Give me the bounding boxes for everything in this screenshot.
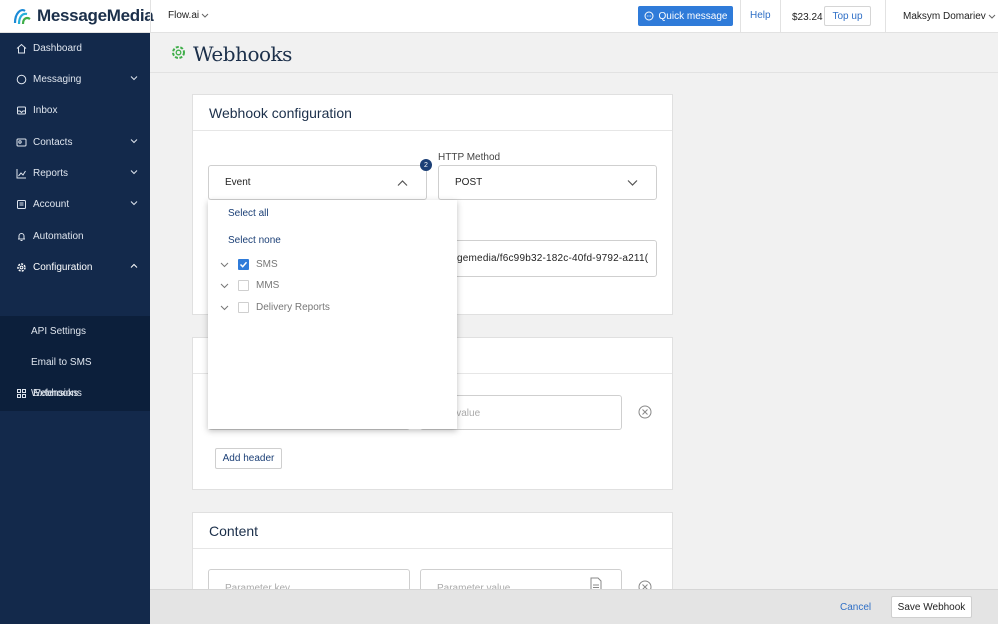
account-switcher[interactable]: Flow.ai bbox=[168, 10, 209, 21]
messagemedia-logo-icon bbox=[13, 9, 31, 25]
webhook-url-value: gemedia/f6c99b32-182c-40fd-9792-a211( bbox=[457, 253, 649, 264]
event-option-label: SMS bbox=[256, 258, 278, 270]
bell-icon bbox=[16, 231, 27, 242]
sidebar-item-label: Account bbox=[33, 198, 70, 210]
user-menu[interactable]: Maksym Domariev bbox=[903, 11, 996, 22]
select-all-link[interactable]: Select all bbox=[228, 208, 269, 219]
home-icon bbox=[16, 43, 27, 54]
sidebar-item-dashboard[interactable]: Dashboard bbox=[0, 37, 150, 59]
event-option-label: Delivery Reports bbox=[256, 301, 330, 313]
sidebar-item-reports[interactable]: Reports bbox=[0, 162, 150, 184]
add-header-button[interactable]: Add header bbox=[215, 448, 282, 469]
chevron-down-icon bbox=[130, 201, 138, 206]
page-header: Webhooks bbox=[150, 33, 998, 73]
chart-line-icon bbox=[16, 168, 27, 179]
brand-logo[interactable]: MessageMedia bbox=[12, 5, 154, 27]
divider bbox=[780, 0, 781, 33]
sidebar-item-label: Extensions bbox=[33, 387, 82, 399]
event-option-mms[interactable]: MMS bbox=[220, 278, 279, 292]
sidebar-item-label: Configuration bbox=[33, 261, 93, 273]
grid-icon bbox=[16, 388, 27, 399]
sidebar: Dashboard Messaging Inbox Contacts Repor… bbox=[0, 33, 150, 624]
account-icon bbox=[16, 199, 27, 210]
chat-bubble-icon bbox=[644, 11, 654, 21]
sidebar-item-label: Contacts bbox=[33, 136, 73, 148]
cancel-button[interactable]: Cancel bbox=[840, 602, 871, 613]
checkbox[interactable] bbox=[238, 279, 249, 291]
help-link[interactable]: Help bbox=[750, 10, 771, 21]
chevron-up-icon bbox=[130, 263, 138, 268]
contact-card-icon bbox=[16, 137, 27, 148]
sidebar-subitem-email-to-sms[interactable]: Email to SMS bbox=[31, 357, 92, 368]
http-method-value: POST bbox=[455, 177, 483, 188]
chevron-down-icon bbox=[130, 76, 138, 81]
event-option-sms[interactable]: SMS bbox=[220, 257, 278, 271]
event-dropdown-menu: Select all Select none SMS MMS Delivery … bbox=[208, 200, 457, 429]
quick-message-button[interactable]: Quick message bbox=[638, 6, 733, 26]
event-option-delivery-reports[interactable]: Delivery Reports bbox=[220, 300, 330, 314]
gear-icon bbox=[172, 46, 185, 59]
balance-value: $23.24 bbox=[792, 12, 823, 23]
chevron-down-icon bbox=[130, 170, 138, 175]
check-icon bbox=[239, 261, 248, 268]
sidebar-item-account[interactable]: Account bbox=[0, 193, 150, 215]
sidebar-subitem-api-settings[interactable]: API Settings bbox=[31, 326, 86, 337]
selected-count-badge: 2 bbox=[420, 159, 432, 171]
sidebar-item-contacts[interactable]: Contacts bbox=[0, 131, 150, 153]
select-none-link[interactable]: Select none bbox=[228, 235, 281, 246]
chat-icon bbox=[16, 74, 27, 85]
footer-action-bar: Cancel Save Webhook bbox=[150, 589, 998, 624]
inbox-icon bbox=[16, 105, 27, 116]
http-method-label: HTTP Method bbox=[438, 152, 501, 163]
chevron-down-icon bbox=[988, 14, 996, 19]
sidebar-item-messaging[interactable]: Messaging bbox=[0, 68, 150, 90]
sidebar-item-extensions[interactable]: Extensions bbox=[0, 382, 150, 404]
sidebar-item-label: Messaging bbox=[33, 73, 82, 85]
sidebar-item-label: Dashboard bbox=[33, 42, 82, 54]
user-name: Maksym Domariev bbox=[903, 11, 986, 22]
chevron-down-icon bbox=[201, 13, 209, 18]
event-select[interactable]: Event bbox=[208, 165, 427, 200]
sidebar-item-label: Automation bbox=[33, 230, 84, 242]
chevron-up-icon bbox=[397, 180, 408, 186]
sidebar-item-label: Inbox bbox=[33, 104, 58, 116]
webhook-url-input[interactable]: gemedia/f6c99b32-182c-40fd-9792-a211( bbox=[438, 240, 657, 277]
chevron-down-icon[interactable] bbox=[220, 303, 229, 312]
top-bar: MessageMedia Flow.ai Quick message Help … bbox=[0, 0, 998, 33]
chevron-down-icon bbox=[130, 139, 138, 144]
divider bbox=[150, 0, 151, 33]
card-title: Webhook configuration bbox=[193, 95, 672, 131]
sidebar-item-inbox[interactable]: Inbox bbox=[0, 99, 150, 121]
save-webhook-button[interactable]: Save Webhook bbox=[891, 596, 972, 618]
remove-circle-icon[interactable] bbox=[638, 405, 652, 419]
sidebar-item-label: Reports bbox=[33, 167, 69, 179]
chevron-down-icon[interactable] bbox=[220, 281, 229, 290]
brand-name: MessageMedia bbox=[37, 6, 154, 25]
chevron-down-icon bbox=[627, 180, 638, 186]
event-select-value: Event bbox=[225, 177, 251, 188]
top-up-button[interactable]: Top up bbox=[824, 6, 871, 26]
quick-message-label: Quick message bbox=[658, 10, 728, 22]
checkbox-checked[interactable] bbox=[238, 258, 249, 270]
http-method-select[interactable]: POST bbox=[438, 165, 657, 200]
account-name: Flow.ai bbox=[168, 10, 200, 21]
chevron-down-icon[interactable] bbox=[220, 260, 229, 269]
checkbox[interactable] bbox=[238, 301, 249, 313]
sidebar-item-automation[interactable]: Automation bbox=[0, 225, 150, 247]
divider bbox=[885, 0, 886, 33]
gear-icon bbox=[16, 262, 27, 273]
divider bbox=[740, 0, 741, 33]
page-title: Webhooks bbox=[193, 42, 292, 66]
event-option-label: MMS bbox=[256, 279, 280, 291]
card-title: Content bbox=[193, 513, 672, 549]
sidebar-item-configuration[interactable]: Configuration bbox=[0, 256, 150, 278]
